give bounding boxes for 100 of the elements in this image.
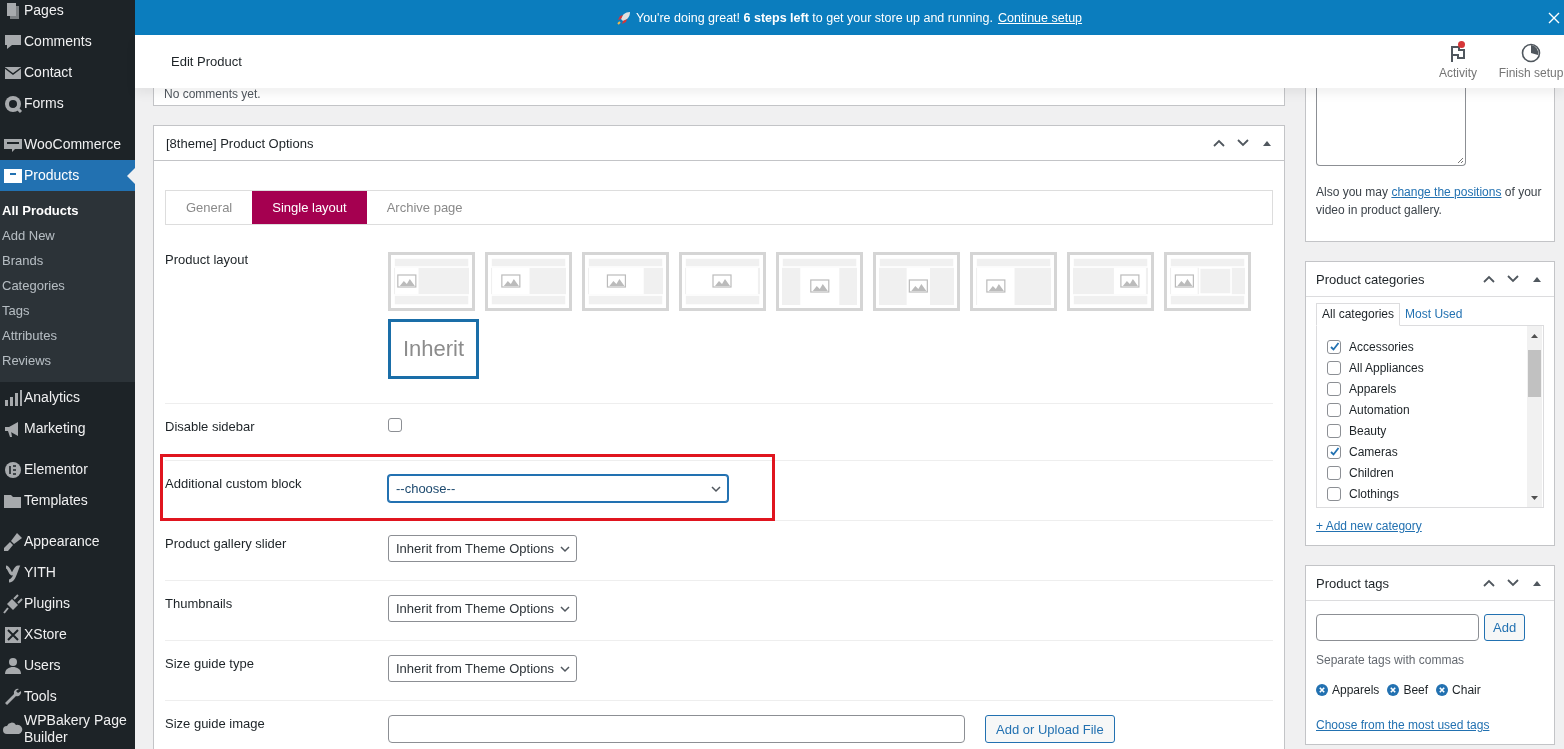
checkbox[interactable] bbox=[388, 418, 402, 432]
field-label: Product layout bbox=[165, 252, 250, 269]
sidebar-item[interactable]: Comments bbox=[0, 26, 135, 57]
close-icon bbox=[1548, 12, 1560, 24]
checkbox[interactable] bbox=[1327, 360, 1341, 375]
tag-label: Chair bbox=[1452, 683, 1481, 697]
category-label: Automation bbox=[1349, 402, 1410, 417]
submenu-item[interactable]: Brands bbox=[0, 248, 135, 273]
header-action-button[interactable]: Finish setup bbox=[1498, 35, 1564, 88]
checkbox[interactable] bbox=[1327, 339, 1341, 354]
checkbox[interactable] bbox=[1327, 444, 1341, 459]
sidebar-item[interactable]: Users bbox=[0, 650, 135, 681]
checkbox[interactable] bbox=[1327, 423, 1341, 438]
layout-preview-icon bbox=[488, 255, 569, 308]
paintbrush-icon bbox=[3, 531, 23, 552]
checkbox[interactable] bbox=[1327, 465, 1341, 480]
help-text: Also you may change the positions of your video in product gallery. bbox=[1316, 184, 1543, 219]
upload-button[interactable]: Add or Upload File bbox=[985, 715, 1115, 743]
flag-icon bbox=[1448, 43, 1468, 63]
category-label: Cameras bbox=[1349, 444, 1398, 459]
panel-title: Product tags bbox=[1316, 575, 1389, 591]
layout-preview-icon bbox=[779, 255, 860, 308]
circle-icon bbox=[3, 459, 23, 480]
bar-chart-icon bbox=[3, 387, 23, 408]
user-icon bbox=[3, 655, 23, 676]
category-label: Apparels bbox=[1349, 381, 1397, 396]
notice-text: You're doing great! 6 steps left to get your store up and running. bbox=[635, 10, 993, 25]
field-label: Additional custom block bbox=[165, 475, 303, 493]
field-label: Size guide image bbox=[165, 715, 266, 733]
change-positions-link[interactable]: change the positions bbox=[1391, 185, 1502, 199]
checkbox[interactable] bbox=[1327, 402, 1341, 417]
chevron-down-icon bbox=[711, 483, 721, 494]
sidebar-item[interactable]: WPBakery Page Builder bbox=[0, 712, 135, 746]
dropdown[interactable]: --choose-- bbox=[388, 475, 728, 502]
field-label: Product gallery slider bbox=[165, 535, 288, 553]
forms-icon bbox=[3, 93, 23, 114]
rocket-icon bbox=[616, 10, 631, 25]
field-label: Size guide type bbox=[165, 655, 255, 673]
category-label: Clothings bbox=[1349, 486, 1400, 501]
sidebar-item[interactable]: Tools bbox=[0, 681, 135, 712]
checkbox[interactable] bbox=[1327, 486, 1341, 501]
sidebar-item[interactable]: Analytics bbox=[0, 382, 135, 413]
layout-preview-icon bbox=[1070, 255, 1151, 308]
close-icon bbox=[1387, 684, 1400, 696]
submenu-item[interactable]: Categories bbox=[0, 273, 135, 298]
remove-tag-button[interactable] bbox=[1436, 684, 1449, 696]
text-area[interactable] bbox=[1316, 88, 1466, 166]
remove-tag-button[interactable] bbox=[1387, 684, 1400, 696]
sidebar-item[interactable]: Contact bbox=[0, 57, 135, 88]
submenu-item[interactable]: Attributes bbox=[0, 323, 135, 348]
sidebar-item[interactable]: Plugins bbox=[0, 588, 135, 619]
layout-preview-icon bbox=[391, 255, 472, 308]
close-button[interactable] bbox=[1546, 10, 1562, 26]
sidebar-item[interactable]: Pages bbox=[0, 0, 135, 26]
plug-icon bbox=[3, 593, 23, 614]
panel-title: [8theme] Product Options bbox=[166, 135, 314, 151]
field-label: Disable sidebar bbox=[165, 418, 256, 436]
wrench-icon bbox=[3, 686, 23, 707]
submenu-item[interactable]: Reviews bbox=[0, 348, 135, 373]
sidebar-item[interactable]: Elementor bbox=[0, 454, 135, 485]
sidebar-item[interactable]: Marketing bbox=[0, 413, 135, 444]
tag-label: Beef bbox=[1403, 683, 1429, 697]
close-icon bbox=[1436, 684, 1449, 696]
layout-preview-icon bbox=[876, 255, 957, 308]
sidebar-item[interactable]: YITH bbox=[0, 557, 135, 588]
submenu-item[interactable]: Add New bbox=[0, 223, 135, 248]
category-label: Children bbox=[1349, 465, 1394, 480]
close-icon bbox=[1316, 684, 1328, 696]
remove-tag-button[interactable] bbox=[1316, 684, 1328, 696]
chevron-down-icon bbox=[560, 603, 570, 614]
dropdown[interactable]: Inherit from Theme Options bbox=[388, 535, 577, 562]
sidebar-item[interactable]: Products bbox=[0, 160, 135, 191]
dropdown[interactable]: Inherit from Theme Options bbox=[388, 595, 577, 622]
input-field[interactable] bbox=[1316, 614, 1479, 641]
header-action-button[interactable]: Activity bbox=[1426, 35, 1490, 88]
x-square-icon bbox=[3, 624, 23, 645]
category-label: Beauty bbox=[1349, 423, 1387, 438]
continue-setup-link[interactable]: Continue setup bbox=[997, 10, 1083, 25]
submenu-item[interactable]: All Products bbox=[0, 198, 135, 223]
add-button[interactable]: Add bbox=[1484, 614, 1526, 641]
sidebar-item[interactable]: Appearance bbox=[0, 526, 135, 557]
layout-preview-icon bbox=[682, 255, 763, 308]
category-label: Accessories bbox=[1349, 339, 1414, 354]
sidebar-item[interactable]: Forms bbox=[0, 88, 135, 119]
chevron-down-icon bbox=[560, 663, 570, 674]
submenu-item[interactable]: Tags bbox=[0, 298, 135, 323]
checkbox[interactable] bbox=[1327, 381, 1341, 396]
add-category-link[interactable]: + Add new category bbox=[1316, 519, 1422, 533]
dropdown[interactable]: Inherit from Theme Options bbox=[388, 655, 577, 682]
sidebar-item[interactable]: WooCommerce bbox=[0, 129, 135, 160]
tab[interactable]: All categories bbox=[1316, 303, 1401, 326]
most-used-tags-link[interactable]: Choose from the most used tags bbox=[1316, 718, 1490, 732]
sidebar-item[interactable]: Templates bbox=[0, 485, 135, 516]
input-field[interactable] bbox=[388, 715, 965, 743]
page-title: Edit Product bbox=[171, 54, 242, 69]
tab[interactable]: Most Used bbox=[1400, 304, 1468, 325]
tab[interactable]: Single layout bbox=[252, 191, 367, 224]
sidebar-item[interactable]: XStore bbox=[0, 619, 135, 650]
layout-preview-icon bbox=[973, 255, 1054, 308]
comments-text: No comments yet. bbox=[164, 88, 262, 100]
